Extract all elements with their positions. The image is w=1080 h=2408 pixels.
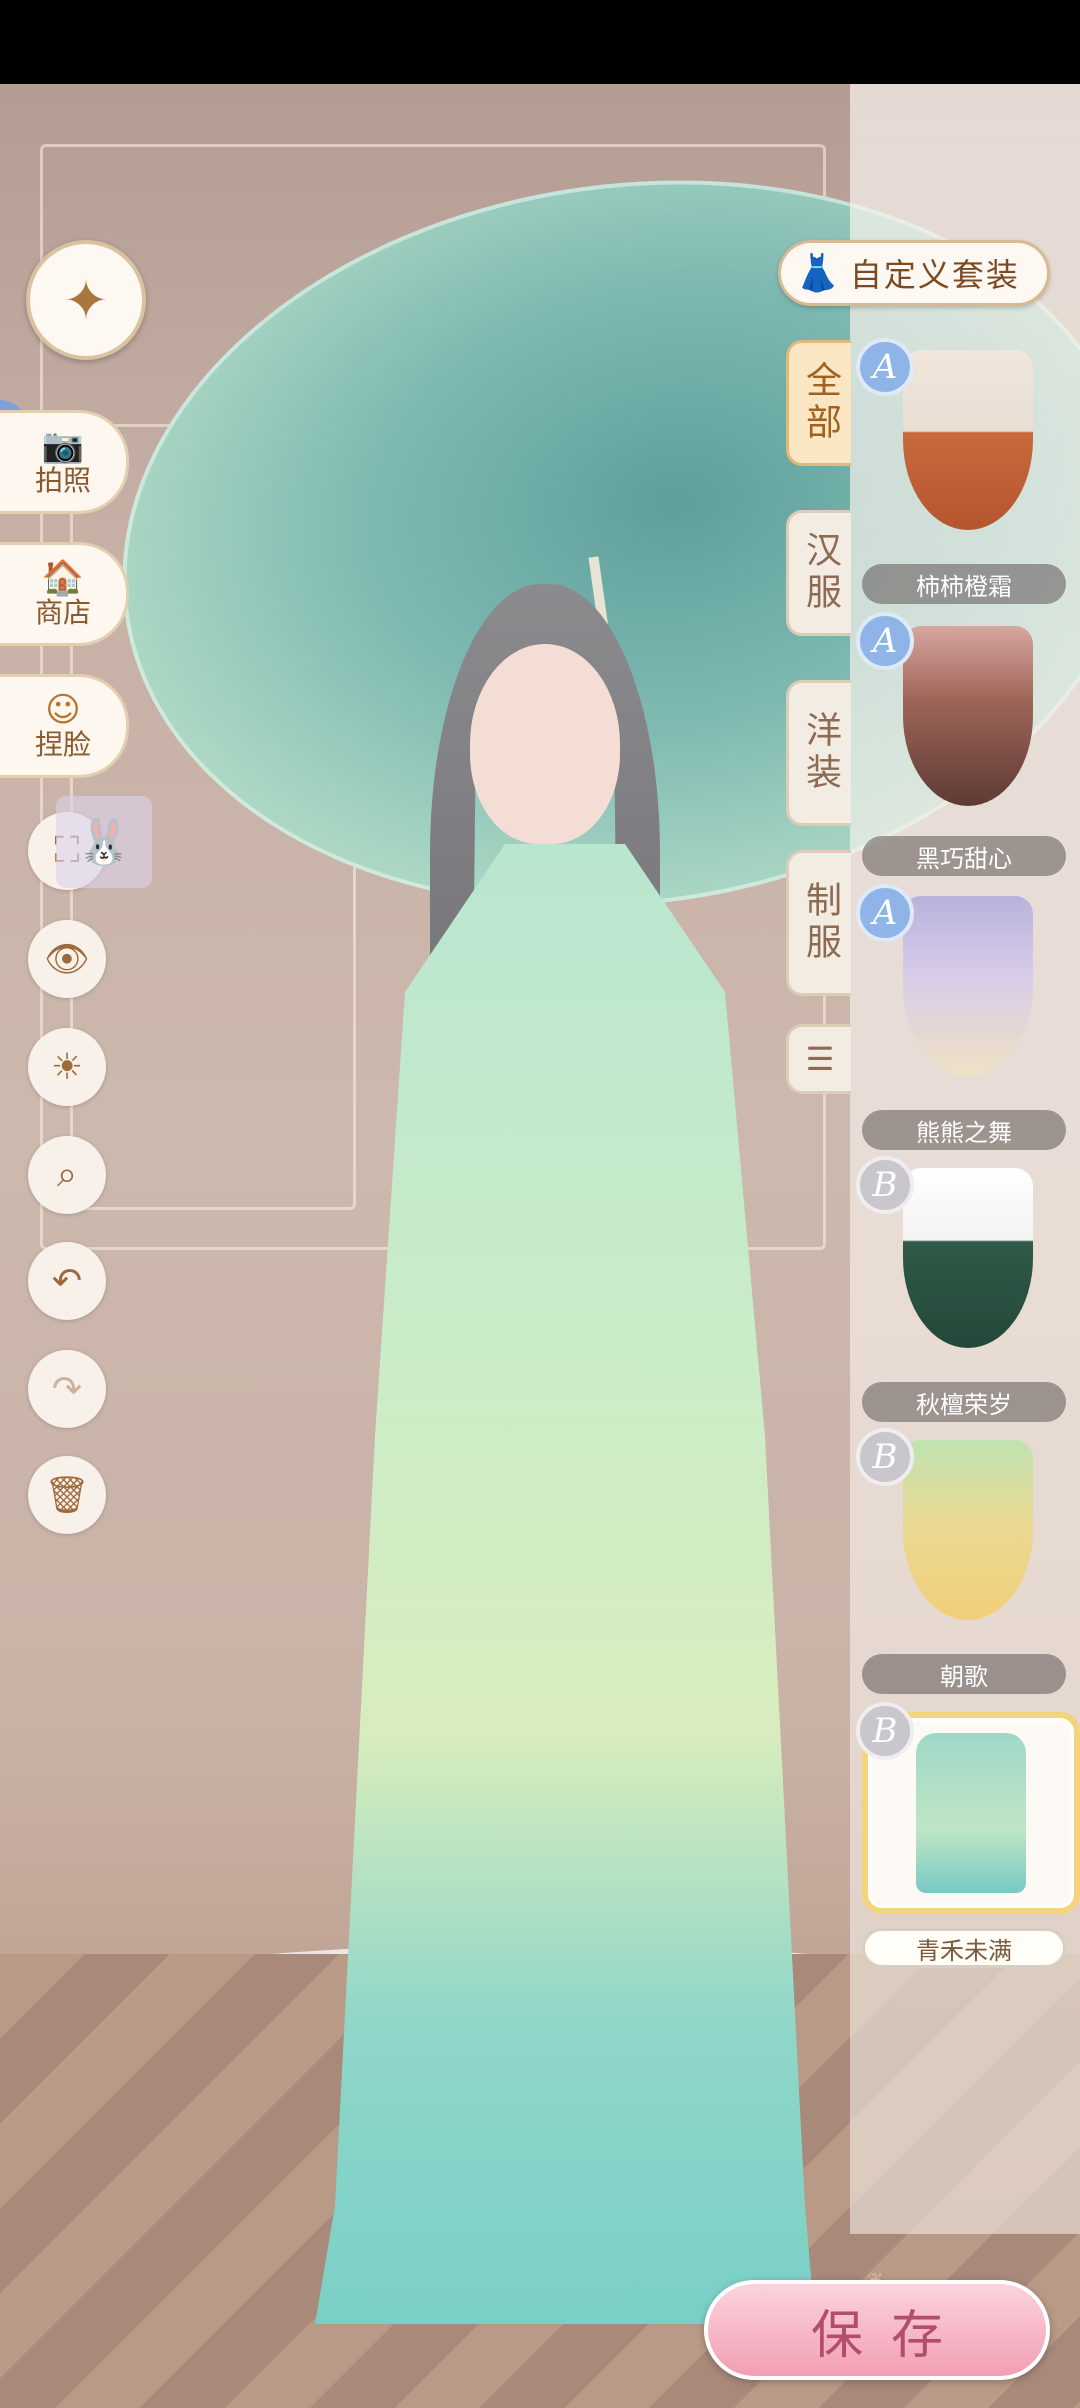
shop-icon: 🏠 xyxy=(41,558,85,598)
sun-icon: ☀ xyxy=(50,1046,84,1088)
trash-icon: 🗑 xyxy=(44,1475,90,1516)
rank-badge: B xyxy=(856,1702,914,1760)
rank-badge: A xyxy=(856,338,914,396)
rank-badge: B xyxy=(856,1156,914,1214)
character-face xyxy=(470,644,620,844)
shop-button[interactable]: 🏠 商店 xyxy=(0,542,129,646)
outfit-name: 柿柿橙霜 xyxy=(862,564,1066,604)
rank-badge: B xyxy=(856,1428,914,1486)
zoom-icon: ⌕ xyxy=(56,1154,78,1195)
undo-icon: ↶ xyxy=(51,1260,83,1302)
eye-button[interactable]: 👁 xyxy=(28,920,106,998)
outfit-thumbnail xyxy=(916,1733,1026,1893)
outfit-thumbnail xyxy=(903,1168,1033,1348)
filter-button[interactable]: ☰ xyxy=(786,1024,851,1094)
face-edit-button[interactable]: ☺ 捏脸 xyxy=(0,674,129,778)
outfit-name: 青禾未满 xyxy=(862,1928,1066,1968)
rank-badge: A xyxy=(856,612,914,670)
shop-label: 商店 xyxy=(34,596,91,629)
redo-icon: ↷ xyxy=(51,1368,83,1410)
eye-icon: 👁 xyxy=(44,939,90,980)
face-edit-label: 捏脸 xyxy=(34,728,91,761)
outfit-name: 秋檀荣岁 xyxy=(862,1382,1066,1422)
tab-hanfu[interactable]: 汉服 xyxy=(786,510,851,636)
outfit-name: 朝歌 xyxy=(862,1654,1066,1694)
outfit-thumbnail xyxy=(903,896,1033,1076)
custom-outfit-button[interactable]: 👗 自定义套装 xyxy=(778,240,1050,306)
tab-all[interactable]: 全部 xyxy=(786,340,851,466)
outfit-name: 黑巧甜心 xyxy=(862,836,1066,876)
outfit-name: 熊熊之舞 xyxy=(862,1110,1066,1150)
sort-filter-icon: ☰ xyxy=(805,1040,835,1078)
rank-badge: A xyxy=(856,884,914,942)
save-button[interactable]: 保存 xyxy=(704,2280,1050,2380)
photo-button[interactable]: 📷 拍照 xyxy=(0,410,129,514)
compass-star-icon: ✦ xyxy=(63,268,109,332)
undo-button[interactable]: ↶ xyxy=(28,1242,106,1320)
camera-icon: 📷 xyxy=(41,426,85,466)
delete-button[interactable]: 🗑 xyxy=(28,1456,106,1534)
back-button[interactable]: ✦ xyxy=(26,240,146,360)
lighting-button[interactable]: ☀ xyxy=(28,1028,106,1106)
pet-sticker[interactable]: 🐰 xyxy=(56,796,152,888)
tab-western-dress[interactable]: 洋装 xyxy=(786,680,851,826)
outfit-thumbnail xyxy=(903,1440,1033,1620)
zoom-button[interactable]: ⌕ xyxy=(28,1136,106,1214)
photo-label: 拍照 xyxy=(34,464,91,497)
face-icon: ☺ xyxy=(45,690,81,730)
outfit-thumbnail xyxy=(903,626,1033,806)
tab-uniform[interactable]: 制服 xyxy=(786,850,851,996)
dress-icon: 👗 xyxy=(795,253,840,294)
custom-outfit-label: 自定义套装 xyxy=(849,256,1020,294)
outfit-thumbnail xyxy=(903,350,1033,530)
redo-button[interactable]: ↷ xyxy=(28,1350,106,1428)
